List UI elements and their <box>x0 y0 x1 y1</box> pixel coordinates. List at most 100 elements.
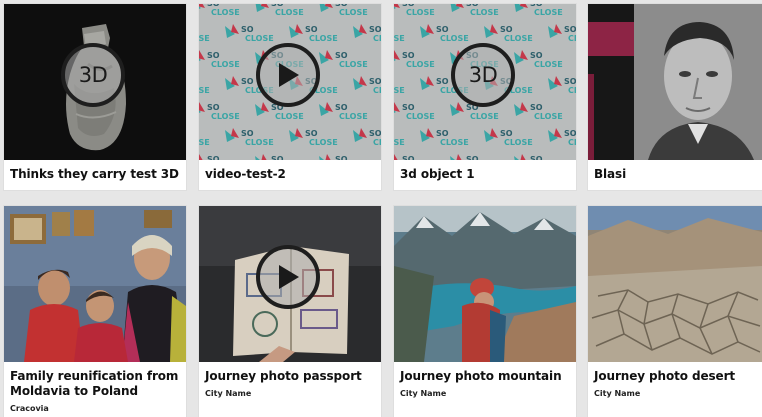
so-close-logo-icon: SOCLOSE <box>512 4 572 18</box>
so-close-logo-icon: SOCLOSE <box>394 4 444 18</box>
svg-text:SO: SO <box>530 155 543 160</box>
card-title[interactable]: Journey photo desert <box>588 362 762 384</box>
so-close-logo-icon: SOCLOSE <box>394 48 444 70</box>
so-close-logo-icon: SOCLOSE <box>199 152 249 160</box>
svg-text:CLOSE: CLOSE <box>211 60 240 69</box>
so-close-logo-icon: SOCLOSE <box>317 152 377 160</box>
svg-text:CLOSE: CLOSE <box>199 86 210 95</box>
svg-text:CLOSE: CLOSE <box>373 86 381 95</box>
card-thumbnail[interactable]: 3D <box>4 4 186 160</box>
play-icon <box>256 245 320 309</box>
card-thumbnail[interactable] <box>4 206 186 362</box>
svg-text:SO: SO <box>335 103 348 112</box>
media-card-journey-desert[interactable]: Journey photo desert City Name <box>588 206 762 417</box>
card-thumbnail[interactable] <box>199 206 381 362</box>
svg-text:CLOSE: CLOSE <box>373 34 381 43</box>
svg-text:SO: SO <box>305 129 318 138</box>
so-close-logo-icon: SOCLOSE <box>223 22 283 44</box>
media-card-3d-object-1[interactable]: SOCLOSESOCLOSESOCLOSESOCLOSESOCLOSESOCLO… <box>394 4 576 190</box>
svg-text:CLOSE: CLOSE <box>440 34 469 43</box>
card-title[interactable]: Journey photo passport <box>199 362 381 384</box>
svg-text:CLOSE: CLOSE <box>309 34 338 43</box>
so-close-logo-icon: SOCLOSE <box>317 4 377 18</box>
so-close-logo-icon: SOCLOSE <box>482 126 542 148</box>
svg-text:CLOSE: CLOSE <box>275 8 304 17</box>
card-title[interactable]: Blasi <box>588 160 762 182</box>
card-title[interactable]: Thinks they carry test 3D <box>4 160 186 182</box>
svg-text:SO: SO <box>369 129 381 138</box>
svg-text:SO: SO <box>402 103 415 112</box>
so-close-logo-icon: SOCLOSE <box>512 152 572 160</box>
svg-text:SO: SO <box>335 51 348 60</box>
svg-text:SO: SO <box>466 155 479 160</box>
card-title[interactable]: Journey photo mountain <box>394 362 576 384</box>
svg-text:SO: SO <box>369 25 381 34</box>
svg-text:CLOSE: CLOSE <box>504 34 533 43</box>
svg-text:CLOSE: CLOSE <box>568 86 576 95</box>
card-thumbnail[interactable] <box>394 206 576 362</box>
svg-text:CLOSE: CLOSE <box>534 112 563 121</box>
svg-text:SO: SO <box>369 77 381 86</box>
svg-text:CLOSE: CLOSE <box>245 34 274 43</box>
so-close-logo-icon: SOCLOSE <box>418 126 478 148</box>
so-close-logo-icon: SOCLOSE <box>394 126 414 148</box>
so-close-logo-icon: SOCLOSE <box>546 74 576 96</box>
svg-text:CLOSE: CLOSE <box>406 60 435 69</box>
svg-text:CLOSE: CLOSE <box>394 138 405 147</box>
svg-text:CLOSE: CLOSE <box>309 138 338 147</box>
svg-text:CLOSE: CLOSE <box>470 8 499 17</box>
so-close-logo-icon: SOCLOSE <box>512 100 572 122</box>
svg-text:CLOSE: CLOSE <box>394 86 405 95</box>
svg-text:SO: SO <box>241 25 254 34</box>
svg-text:CLOSE: CLOSE <box>339 8 368 17</box>
so-close-logo-icon: SOCLOSE <box>546 126 576 148</box>
portrait-photo <box>588 4 762 160</box>
media-card-video-test-2[interactable]: SOCLOSESOCLOSESOCLOSESOCLOSESOCLOSESOCLO… <box>199 4 381 190</box>
media-card-blasi[interactable]: Blasi <box>588 4 762 190</box>
svg-text:CLOSE: CLOSE <box>199 34 210 43</box>
svg-text:SO: SO <box>241 129 254 138</box>
card-thumbnail[interactable]: SOCLOSESOCLOSESOCLOSESOCLOSESOCLOSESOCLO… <box>394 4 576 160</box>
card-location: City Name <box>594 389 641 398</box>
svg-text:SO: SO <box>436 25 449 34</box>
desert-photo <box>588 206 762 362</box>
svg-text:CLOSE: CLOSE <box>406 8 435 17</box>
so-close-logo-icon: SOCLOSE <box>199 126 219 148</box>
media-card-thinks-they-carry[interactable]: 3D Thinks they carry test 3D <box>4 4 186 190</box>
card-location: City Name <box>400 389 447 398</box>
so-close-logo-icon: SOCLOSE <box>199 74 219 96</box>
svg-text:CLOSE: CLOSE <box>406 112 435 121</box>
svg-text:SO: SO <box>207 155 220 160</box>
so-close-logo-icon: SOCLOSE <box>287 22 347 44</box>
card-title[interactable]: Family reunification from Moldavia to Po… <box>4 362 186 399</box>
svg-text:SO: SO <box>436 129 449 138</box>
card-location: City Name <box>205 389 252 398</box>
card-thumbnail[interactable] <box>588 4 762 160</box>
so-close-logo-icon: SOCLOSE <box>512 48 572 70</box>
svg-text:SO: SO <box>564 77 576 86</box>
card-title[interactable]: 3d object 1 <box>394 160 576 182</box>
media-card-family-reunification[interactable]: Family reunification from Moldavia to Po… <box>4 206 186 417</box>
media-card-journey-mountain[interactable]: Journey photo mountain City Name <box>394 206 576 417</box>
svg-text:SO: SO <box>271 155 284 160</box>
card-title[interactable]: video-test-2 <box>199 160 381 182</box>
svg-text:CLOSE: CLOSE <box>339 60 368 69</box>
svg-text:CLOSE: CLOSE <box>568 34 576 43</box>
mountain-lake-photo <box>394 206 576 362</box>
svg-text:SO: SO <box>305 25 318 34</box>
so-close-logo-icon: SOCLOSE <box>317 48 377 70</box>
so-close-logo-icon: SOCLOSE <box>199 100 249 122</box>
svg-text:SO: SO <box>335 155 348 160</box>
svg-text:SO: SO <box>530 103 543 112</box>
svg-text:SO: SO <box>207 51 220 60</box>
so-close-logo-icon: SOCLOSE <box>394 152 444 160</box>
card-thumbnail[interactable]: SOCLOSESOCLOSESOCLOSESOCLOSESOCLOSESOCLO… <box>199 4 381 160</box>
svg-text:CLOSE: CLOSE <box>470 112 499 121</box>
3d-badge-icon: 3D <box>61 43 125 107</box>
card-thumbnail[interactable] <box>588 206 762 362</box>
svg-text:SO: SO <box>402 51 415 60</box>
media-card-journey-passport[interactable]: Journey photo passport City Name <box>199 206 381 417</box>
card-location: Cracovia <box>10 404 49 413</box>
so-close-logo-icon: SOCLOSE <box>199 22 219 44</box>
svg-text:SO: SO <box>500 129 513 138</box>
